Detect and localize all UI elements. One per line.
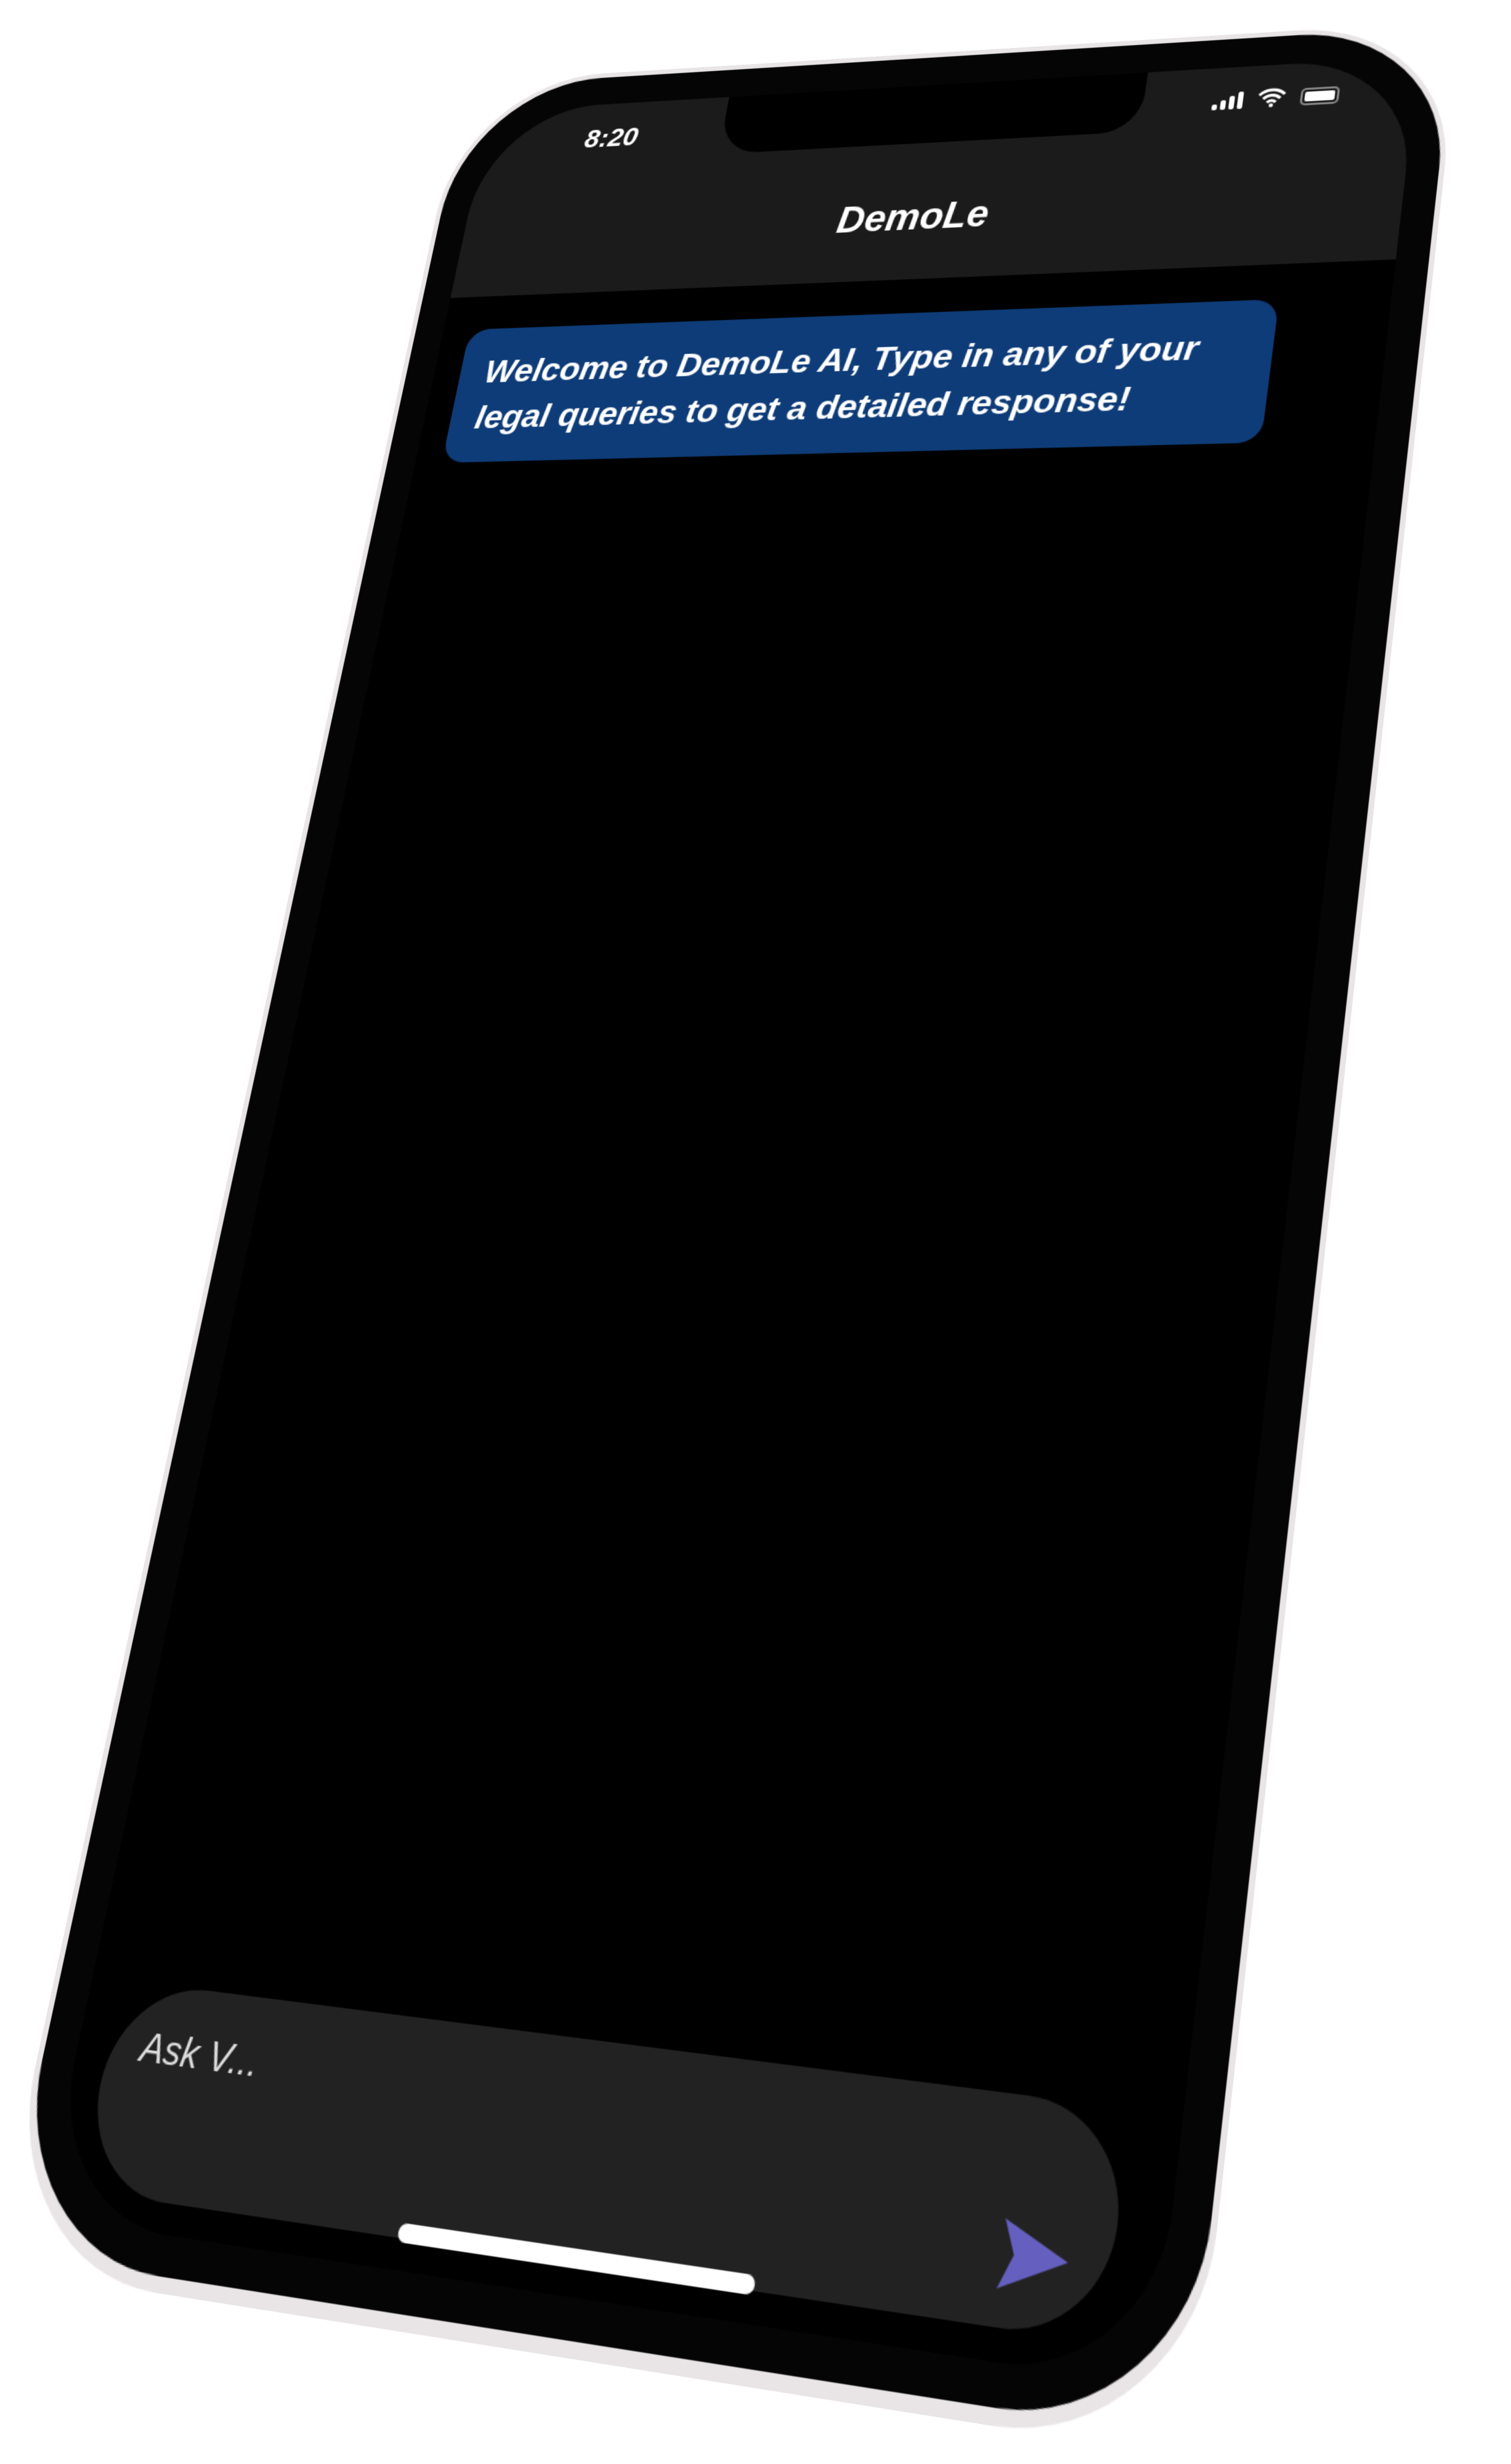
phone-mockup: 8:20 DemoLe Welcome to DemoLe AI, Type i… — [0, 20, 1461, 2458]
notch — [718, 72, 1148, 155]
welcome-message: Welcome to DemoLe AI, Type in any of you… — [442, 299, 1279, 463]
battery-icon — [1299, 86, 1340, 106]
wifi-icon — [1257, 87, 1287, 108]
status-icons — [1211, 84, 1340, 111]
app-bar: 8:20 DemoLe — [450, 56, 1419, 298]
status-time: 8:20 — [582, 122, 641, 153]
screen: 8:20 DemoLe Welcome to DemoLe AI, Type i… — [41, 56, 1419, 2386]
phone-body: 8:20 DemoLe Welcome to DemoLe AI, Type i… — [1, 25, 1456, 2438]
message-input[interactable]: Ask V... — [78, 1979, 1132, 2344]
input-placeholder: Ask V... — [136, 2022, 264, 2086]
page-title: DemoLe — [833, 194, 992, 241]
signal-icon — [1211, 91, 1244, 111]
send-icon[interactable] — [990, 2209, 1079, 2308]
